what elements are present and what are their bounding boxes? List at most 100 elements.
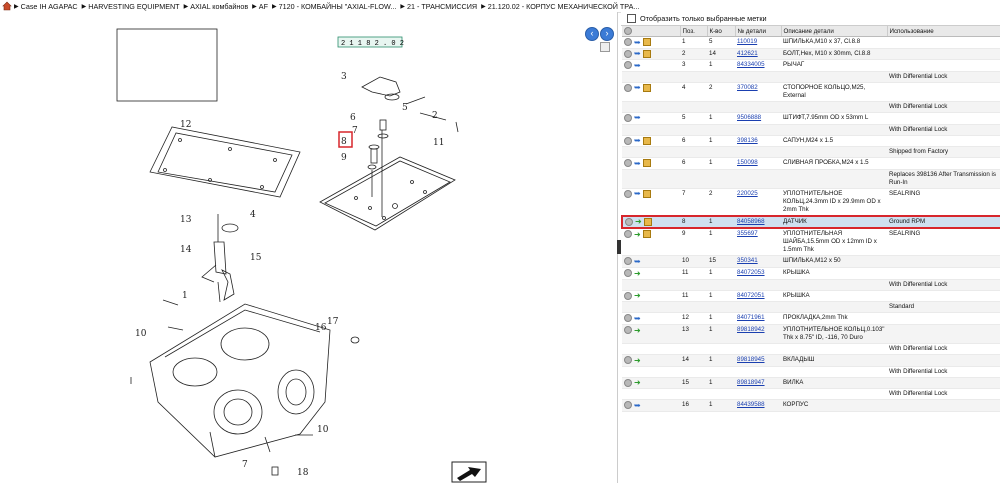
callout-13[interactable]: 13	[180, 215, 192, 225]
part-number-link[interactable]: 84439588	[737, 401, 765, 408]
filter-checkbox[interactable]	[627, 14, 636, 23]
link-arrow-icon[interactable]: ➥	[634, 137, 641, 145]
table-row[interactable]: ➥ 10 15 350341 ШПИЛЬКА,M12 x 50	[622, 255, 1000, 269]
info-icon[interactable]	[624, 83, 632, 92]
sensor-part[interactable]	[367, 119, 389, 217]
table-row[interactable]: ➥ 1 5 110019 ШПИЛЬКА,M10 x 37, Cl.8.8	[622, 36, 1000, 49]
table-row[interactable]: ➜ 11 1 84072053 КРЫШКА	[622, 267, 1000, 280]
callout-7b[interactable]: 7	[242, 460, 248, 470]
gasket-part[interactable]	[149, 126, 301, 198]
col-usage[interactable]: Использование	[887, 26, 1000, 37]
cart-icon[interactable]	[643, 136, 651, 145]
callout-4[interactable]: 4	[250, 210, 256, 220]
link-arrow-icon[interactable]: ➥	[634, 50, 641, 58]
table-row[interactable]: With Differential Lock	[622, 71, 1000, 83]
part-number-link[interactable]: 84072051	[737, 292, 765, 299]
cart-icon[interactable]	[643, 230, 651, 239]
table-row[interactable]: Shipped from Factory	[622, 146, 1000, 159]
breadcrumb-item[interactable]: ▶ 21 - ТРАНСМИССИЯ	[400, 2, 477, 11]
col-qty[interactable]: К-во	[707, 26, 736, 37]
table-row[interactable]: ➥ 16 1 84439588 КОРПУС	[622, 399, 1000, 412]
callout-12[interactable]: 12	[180, 120, 191, 130]
info-icon[interactable]	[624, 401, 632, 410]
callout-3[interactable]: 3	[341, 72, 347, 82]
info-icon[interactable]	[624, 159, 632, 168]
table-row[interactable]: ➥ 6 1 150098 СЛИВНАЯ ПРОБКА,M24 x 1.5	[622, 157, 1000, 170]
part-number-link[interactable]: 370082	[737, 84, 758, 91]
table-row[interactable]: ➥ 5 1 9506888 ШТИФТ,7.95mm OD x 53mm L	[622, 112, 1000, 125]
info-icon[interactable]	[624, 61, 632, 70]
header-circle-icon[interactable]	[624, 27, 632, 35]
part-number-link[interactable]: 412621	[737, 50, 758, 57]
part-number-link[interactable]: 9506888	[737, 114, 761, 121]
cart-icon[interactable]	[643, 38, 651, 46]
info-icon[interactable]	[624, 257, 632, 266]
link-arrow-icon[interactable]: ➜	[634, 326, 641, 334]
col-pos[interactable]: Поз.	[680, 26, 708, 37]
callout-8[interactable]: 8	[341, 137, 347, 147]
table-row[interactable]: Replaces 398136 After Transmission is Ru…	[622, 169, 1000, 189]
info-icon[interactable]	[624, 49, 632, 58]
info-icon[interactable]	[624, 269, 632, 278]
callout-10a[interactable]: 10	[135, 329, 147, 339]
table-row[interactable]: With Differential Lock	[622, 124, 1000, 136]
shaft-fork-part[interactable]	[201, 214, 239, 303]
breadcrumb-item[interactable]: ▶ AF	[252, 2, 268, 11]
cart-icon[interactable]	[643, 49, 651, 58]
part-number-link[interactable]: 89818942	[737, 326, 765, 333]
table-row[interactable]: Standard	[622, 301, 1000, 314]
part-number-link[interactable]: 398136	[737, 137, 758, 144]
col-part-number[interactable]: № детали	[735, 26, 782, 37]
cart-icon[interactable]	[644, 217, 652, 226]
part-number-link[interactable]: 355697	[737, 230, 758, 237]
info-icon[interactable]	[625, 217, 633, 226]
part-number-link[interactable]: 84058968	[737, 218, 765, 225]
cart-icon[interactable]	[643, 159, 651, 168]
table-row[interactable]: With Differential Lock	[622, 279, 1000, 291]
callout-11[interactable]: 11	[433, 138, 444, 148]
cart-icon[interactable]	[643, 83, 651, 92]
link-arrow-icon[interactable]: ➜	[634, 379, 641, 387]
transmission-housing[interactable]	[149, 303, 331, 458]
breadcrumb-item[interactable]: ▶ Case IH AGAPAC	[14, 2, 78, 11]
callout-16[interactable]: 16	[315, 323, 327, 333]
callout-15[interactable]: 15	[250, 253, 262, 263]
link-arrow-icon[interactable]: ➥	[634, 61, 641, 69]
table-row[interactable]: With Differential Lock	[622, 101, 1000, 113]
bolts-part[interactable]	[130, 121, 459, 476]
table-row[interactable]: ➥ 3 1 84334005 РЫЧАГ	[622, 59, 1000, 72]
table-row[interactable]: ➥ 12 1 84071961 ПРОКЛАДКА,2mm Thk	[622, 312, 1000, 326]
info-icon[interactable]	[624, 378, 632, 387]
callout-9[interactable]: 9	[341, 153, 347, 163]
callout-7[interactable]: 7	[352, 126, 358, 136]
breadcrumb-item[interactable]: ▶ HARVESTING EQUIPMENT	[82, 2, 180, 11]
link-arrow-icon[interactable]: ➥	[634, 38, 641, 46]
breadcrumb-item[interactable]: ▶ 7120 - КОМБАЙНЫ "AXIAL-FLOW...	[272, 2, 396, 11]
home-icon[interactable]	[2, 1, 12, 11]
cart-icon[interactable]	[643, 189, 651, 198]
info-icon[interactable]	[624, 230, 632, 239]
part-number-link[interactable]: 110019	[737, 38, 757, 45]
table-row-selected[interactable]: ➜ 8 1 84058968 ДАТЧИК Ground RPM	[621, 214, 1000, 230]
breadcrumb-item[interactable]: ▶ 21.120.02 - КОРПУС МЕХАНИЧЕСКОЙ ТРА...	[481, 2, 639, 11]
table-row[interactable]: With Differential Lock	[622, 388, 1000, 401]
table-row[interactable]: ➜ 13 1 89818942 УПЛОТНИТЕЛЬНОЕ КОЛЬЦ,0.103" …	[622, 324, 1000, 345]
table-row[interactable]: ➜ 11 1 84072051 КРЫШКА	[622, 290, 1000, 303]
callout-10b[interactable]: 10	[317, 425, 329, 435]
table-row[interactable]: ➜ 15 1 89818947 ВИЛКА	[622, 377, 1000, 390]
table-row[interactable]: ➜ 14 1 89818945 ВКЛАДЫШ	[622, 354, 1000, 367]
link-arrow-icon[interactable]: ➜	[634, 230, 641, 238]
link-arrow-icon[interactable]: ➥	[634, 257, 641, 265]
link-arrow-icon[interactable]: ➥	[634, 401, 641, 409]
callout-6[interactable]: 6	[350, 113, 356, 123]
part-number-link[interactable]: 350341	[737, 257, 758, 264]
callout-2[interactable]: 2	[432, 111, 438, 121]
info-icon[interactable]	[624, 326, 632, 335]
callout-1[interactable]: 1	[182, 291, 188, 301]
info-icon[interactable]	[624, 136, 632, 145]
info-icon[interactable]	[624, 314, 632, 323]
table-row[interactable]: ➥ 6 1 398136 САПУН,M24 x 1.5	[622, 135, 1000, 148]
part-number-link[interactable]: 84334005	[737, 61, 765, 68]
link-arrow-icon[interactable]: ➜	[634, 356, 641, 364]
info-icon[interactable]	[624, 113, 632, 122]
